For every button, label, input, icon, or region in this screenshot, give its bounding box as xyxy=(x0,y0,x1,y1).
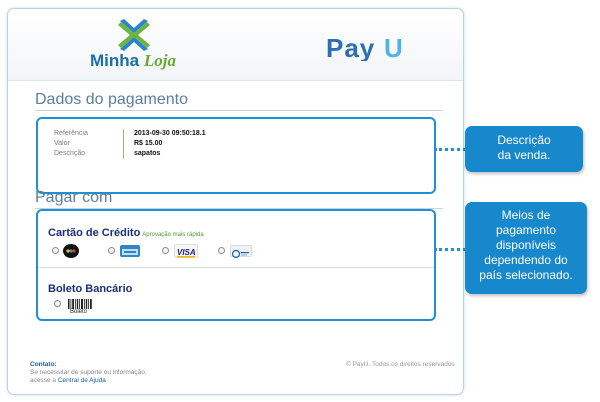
page: Minha Loja Pay U Dados do pagamento Refe… xyxy=(0,0,600,402)
checkout-header: Minha Loja Pay U xyxy=(8,9,463,81)
detail-value: 2013-09-30 09:50:18.1 xyxy=(134,130,206,137)
callout-line: dependendo do xyxy=(484,253,568,267)
detail-row: Valor R$ 15.00 xyxy=(54,139,206,149)
detail-row: Referência 2013-09-30 09:50:18.1 xyxy=(54,129,206,139)
detail-label: Referência xyxy=(54,129,124,139)
callout-line: disponíveis xyxy=(495,238,557,252)
payment-details-box: Referência 2013-09-30 09:50:18.1 Valor R… xyxy=(36,117,436,194)
approval-note: Aprovação mais rápida xyxy=(142,232,204,238)
store-name-main: Minha xyxy=(90,51,140,70)
help-center-link[interactable]: Central de Ajuda xyxy=(58,377,106,384)
details-list: Referência 2013-09-30 09:50:18.1 Valor R… xyxy=(54,129,206,159)
store-name: Minha Loja xyxy=(90,51,176,71)
contact-line-prefix: acesse a xyxy=(30,377,57,384)
payu-logo: Pay U xyxy=(326,35,403,61)
amex-icon xyxy=(120,245,140,257)
payment-methods-box: Cartão de Crédito Aprovação mais rápida V… xyxy=(36,209,436,321)
payment-details-title: Dados do pagamento xyxy=(35,91,188,108)
radio-diners[interactable] xyxy=(218,247,225,254)
callout-line: Descrição xyxy=(497,133,551,147)
description-callout: Descrição da venda. xyxy=(465,126,583,172)
callout-line: Meios de xyxy=(501,208,551,222)
callout-line: país selecionado. xyxy=(479,268,573,282)
contact-line: Se necessitar de suporte ou informação, xyxy=(30,369,147,376)
store-logo-icon xyxy=(118,19,150,51)
boleto-title: Boleto Bancário xyxy=(48,283,133,295)
detail-label: Valor xyxy=(54,139,124,149)
detail-row: Descrição sapatos xyxy=(54,149,206,159)
contact-line: acesse a Central de Ajuda xyxy=(30,377,147,385)
radio-boleto[interactable] xyxy=(54,300,61,307)
visa-text: VISA xyxy=(177,248,196,257)
svg-text:U: U xyxy=(384,35,403,61)
divider xyxy=(38,267,434,268)
contact-title: Contato: xyxy=(30,361,57,368)
detail-value: R$ 15.00 xyxy=(134,140,163,147)
boleto-icon-label: Boleto xyxy=(70,309,88,315)
radio-visa[interactable] xyxy=(162,247,169,254)
methods-callout: Meios de pagamento disponíveis dependend… xyxy=(465,202,587,294)
store-name-suffix: Loja xyxy=(143,51,176,70)
visa-icon: VISA xyxy=(174,244,198,258)
detail-label: Descrição xyxy=(54,149,124,159)
radio-amex[interactable] xyxy=(108,247,115,254)
callout-line: pagamento xyxy=(495,223,557,237)
radio-elo[interactable] xyxy=(52,247,59,254)
connector-dots xyxy=(434,148,466,151)
connector-dots xyxy=(434,248,466,251)
detail-value: sapatos xyxy=(134,150,161,157)
diners-icon xyxy=(230,245,252,259)
callout-line: da venda. xyxy=(497,148,551,162)
copyright: © PayU. Todos os direitos reservados xyxy=(346,361,455,368)
credit-card-title-text: Cartão de Crédito xyxy=(48,227,141,239)
footer-contact: Contato: Se necessitar de suporte ou inf… xyxy=(30,361,147,385)
svg-text:Pay: Pay xyxy=(326,35,375,61)
pay-with-title: Pagar com xyxy=(35,189,113,206)
checkout-panel: Minha Loja Pay U Dados do pagamento Refe… xyxy=(7,8,464,395)
elo-icon xyxy=(63,244,79,258)
credit-card-title: Cartão de Crédito Aprovação mais rápida xyxy=(48,227,204,239)
divider xyxy=(35,110,443,111)
